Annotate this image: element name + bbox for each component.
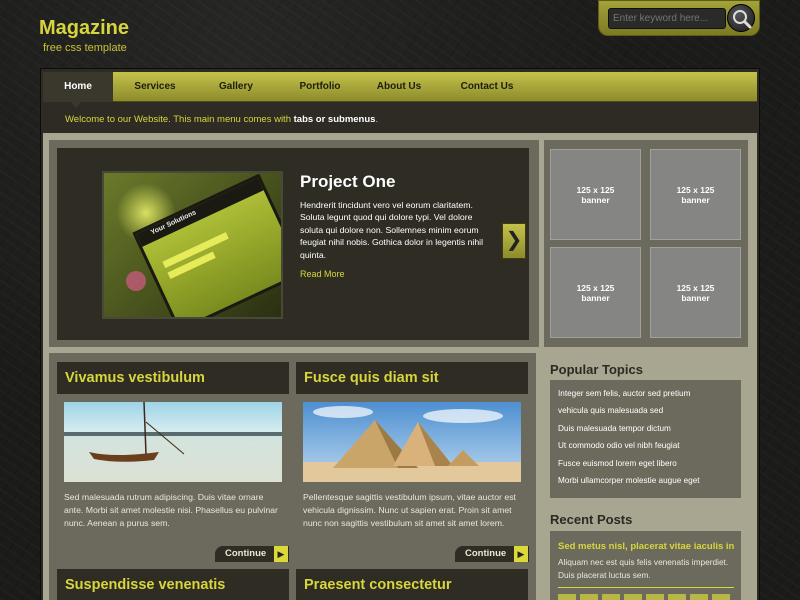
main-nav: Home Services Gallery Portfolio About Us… [43, 72, 757, 102]
topic-link[interactable]: Morbi ullamcorper molestie augue eget [558, 476, 700, 485]
featured-image[interactable]: Your Solutions [102, 171, 283, 319]
nav-about-us[interactable]: About Us [361, 72, 437, 102]
search-button[interactable] [727, 4, 755, 32]
continue-arrow-icon[interactable]: ▶ [514, 546, 528, 562]
nav-home[interactable]: Home [43, 72, 113, 102]
post-title[interactable]: Praesent consectetur [296, 569, 528, 600]
chevron-right-icon: ❯ [505, 229, 523, 251]
welcome-text: Welcome to our Website. This main menu c… [65, 114, 379, 125]
continue-arrow-icon[interactable]: ▶ [274, 546, 288, 562]
featured-title[interactable]: Project One [300, 172, 395, 192]
recent-post-divider [558, 587, 734, 588]
image-flower [126, 271, 146, 291]
topic-link[interactable]: Duis malesuada tempor dictum [558, 424, 671, 433]
post-text: Sed malesuada rutrum adipiscing. Duis vi… [64, 492, 278, 528]
banner-ad[interactable]: 125 x 125 banner [650, 149, 741, 240]
nav-services[interactable]: Services [118, 72, 192, 102]
nav-active-pointer [71, 102, 81, 108]
post-image[interactable] [64, 402, 282, 482]
recent-post-text: Aliquam nec est quis felis venenatis imp… [558, 557, 729, 580]
nav-gallery[interactable]: Gallery [201, 72, 271, 102]
search-input[interactable] [608, 8, 726, 29]
recent-post-next [558, 594, 734, 600]
nav-contact-us[interactable]: Contact Us [447, 72, 527, 102]
recent-posts-title: Recent Posts [550, 512, 633, 527]
slider-next-button[interactable]: ❯ [502, 223, 526, 259]
nav-portfolio[interactable]: Portfolio [280, 72, 360, 102]
topic-link[interactable]: Fusce euismod lorem eget libero [558, 459, 677, 468]
search-icon [733, 10, 752, 29]
post-title[interactable]: Vivamus vestibulum [57, 362, 289, 394]
recent-post-title[interactable]: Sed metus nisl, placerat vitae iaculis i… [558, 541, 734, 552]
beach-boat-image [64, 402, 282, 482]
post-title[interactable]: Suspendisse venenatis [57, 569, 289, 600]
banner-ad[interactable]: 125 x 125 banner [550, 149, 641, 240]
topic-link[interactable]: Integer sem felis, auctor sed pretium [558, 389, 690, 398]
site-tagline: free css template [43, 42, 127, 54]
featured-text: Hendrerit tincidunt vero vel eorum clari… [300, 200, 484, 260]
site-title[interactable]: Magazine [39, 17, 129, 40]
banner-ad[interactable]: 125 x 125 banner [650, 247, 741, 338]
read-more-link[interactable]: Read More [300, 269, 345, 279]
banner-ad[interactable]: 125 x 125 banner [550, 247, 641, 338]
post-text: Pellentesque sagittis vestibulum ipsum, … [303, 492, 516, 528]
topic-link[interactable]: vehicula quis malesuada sed [558, 406, 663, 415]
post-image[interactable] [303, 402, 521, 482]
topic-link[interactable]: Ut commodo odio vel nibh feugiat [558, 441, 680, 450]
post-title[interactable]: Fusce quis diam sit [296, 362, 528, 394]
pyramids-image [303, 402, 521, 482]
search-bar [598, 0, 760, 36]
welcome-emphasis: tabs or submenus [293, 114, 376, 125]
popular-topics-title: Popular Topics [550, 362, 643, 377]
